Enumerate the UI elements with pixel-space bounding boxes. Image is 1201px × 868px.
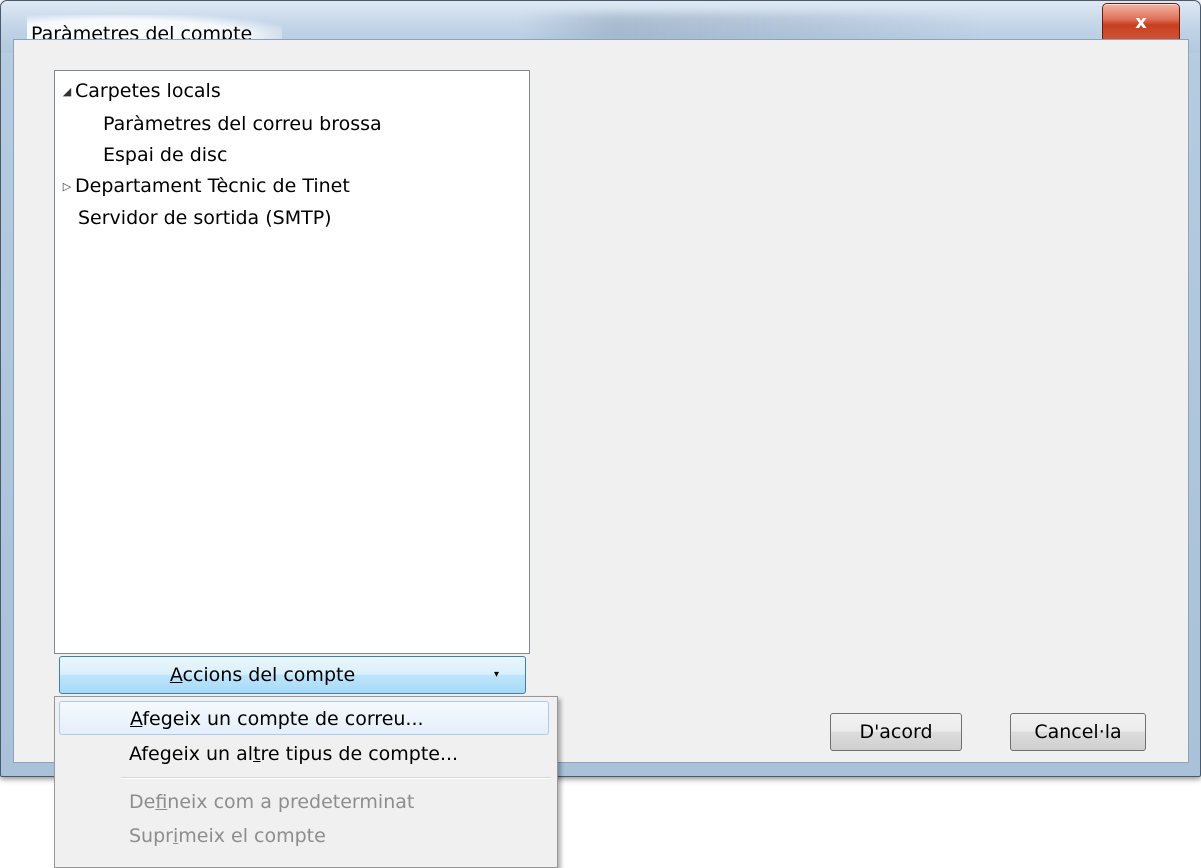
tree-item-label: Departament Tècnic de Tinet (75, 175, 350, 197)
tree-item-smtp-server[interactable]: Servidor de sortida (SMTP) (78, 202, 332, 234)
dropdown-arrow-icon: ▾ (493, 669, 499, 680)
menu-item-add-other-account[interactable]: Afegeix un altre tipus de compte... (59, 737, 549, 771)
menu-item-remove-account: Suprimeix el compte (129, 825, 326, 847)
close-icon: x (1135, 12, 1147, 33)
tree-item-label: Paràmetres del correu brossa (103, 113, 382, 135)
tree-item-label: Servidor de sortida (SMTP) (78, 207, 332, 229)
account-actions-menu: Afegeix un compte de correu... Afegeix u… (54, 696, 558, 868)
tree-item-local-folders[interactable]: ◢ Carpetes locals (59, 75, 221, 107)
account-settings-window: Paràmetres del compte x ◢ Carpetes locals… (0, 0, 1201, 777)
expanded-triangle-icon[interactable]: ◢ (59, 76, 75, 108)
menu-item-add-mail-account[interactable]: Afegeix un compte de correu... (59, 701, 549, 735)
account-tree: ◢ Carpetes locals Paràmetres del correu b… (54, 70, 530, 654)
close-button[interactable]: x (1102, 3, 1180, 43)
menu-separator (121, 777, 551, 779)
dialog-client-area: ◢ Carpetes locals Paràmetres del correu b… (13, 39, 1189, 763)
tree-item-disk-space[interactable]: Espai de disc (103, 139, 227, 171)
account-actions-label: Accions del compte (169, 664, 356, 686)
tree-item-label: Carpetes locals (75, 80, 221, 102)
tree-item-junk-settings[interactable]: Paràmetres del correu brossa (103, 108, 382, 140)
menu-item-set-default: Defineix com a predeterminat (129, 791, 415, 813)
collapsed-triangle-icon[interactable]: ▷ (59, 171, 75, 203)
ok-button[interactable]: D'acord (830, 713, 962, 751)
tree-item-tinet-account[interactable]: ▷ Departament Tècnic de Tinet (59, 170, 350, 202)
tree-item-label: Espai de disc (103, 144, 228, 166)
cancel-button[interactable]: Cancel·la (1010, 713, 1146, 751)
account-actions-button[interactable]: Accions del compte ▾ (59, 656, 526, 694)
